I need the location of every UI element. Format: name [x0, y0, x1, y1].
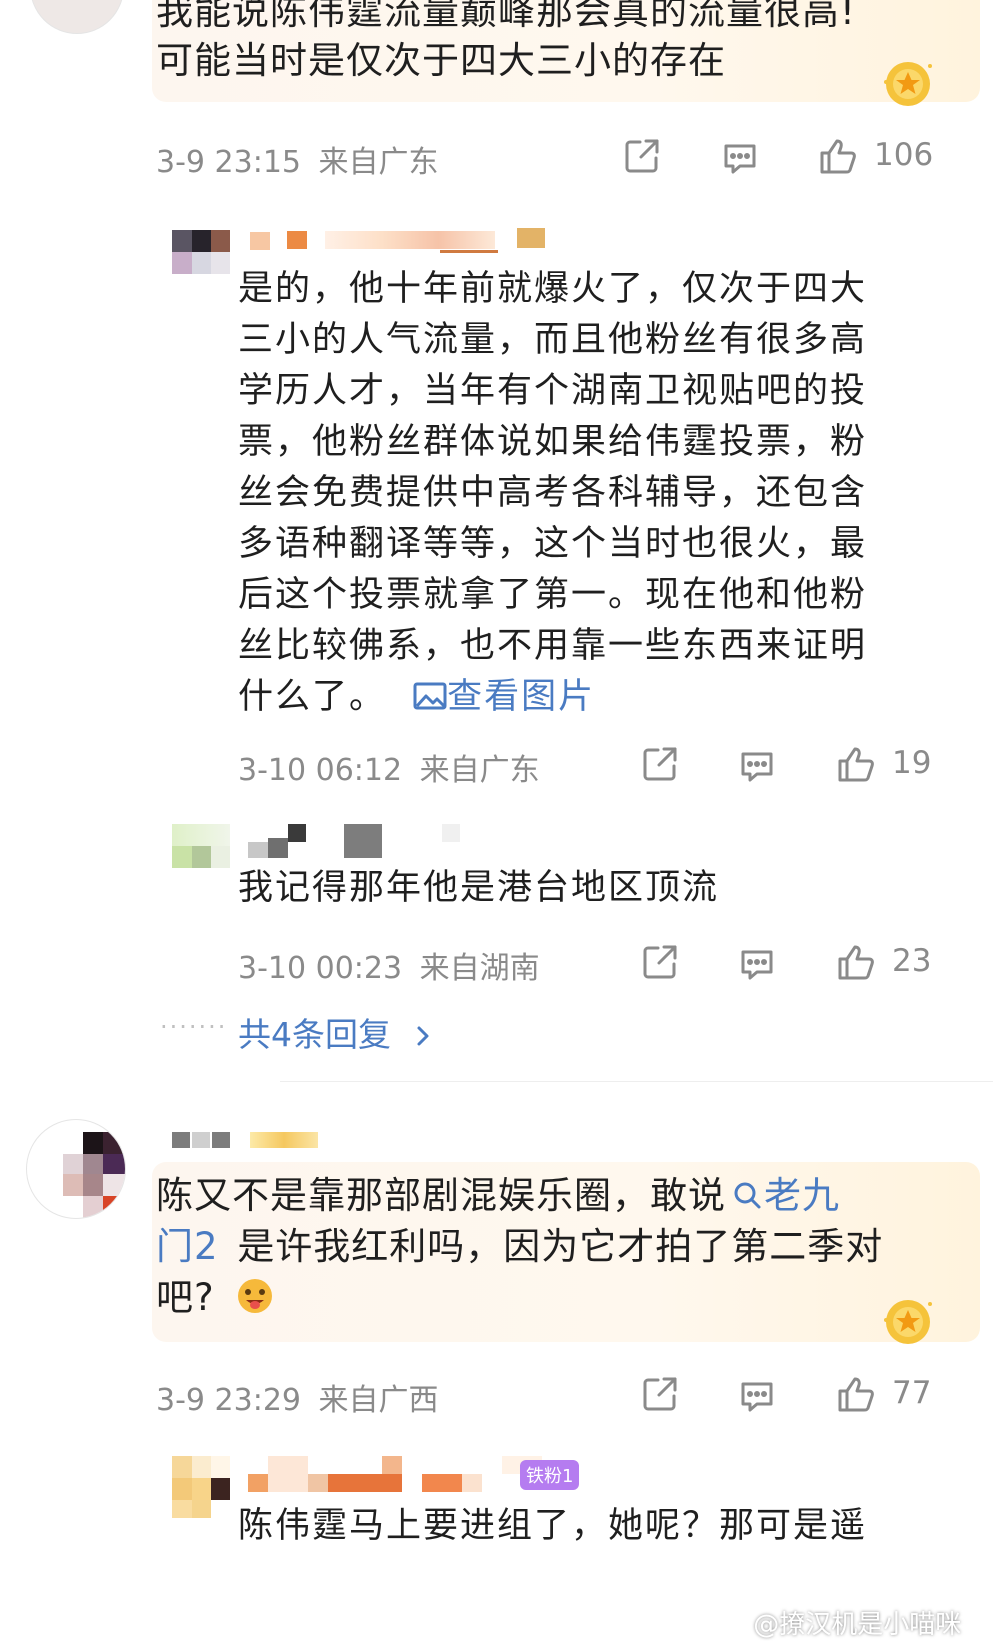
comment-text-line: 我能说陈伟霆流量巅峰那会真的流量很高! — [156, 0, 856, 33]
more-replies-divider: ······· — [160, 1013, 228, 1041]
comment-divider — [280, 1081, 993, 1082]
comment-icon[interactable] — [737, 1376, 777, 1416]
like-count: 77 — [892, 1375, 932, 1411]
comment-icon[interactable] — [720, 138, 760, 178]
gold-badge-icon — [884, 1300, 932, 1344]
gold-badge-icon — [884, 62, 932, 106]
view-image-label: 查看图片 — [447, 677, 596, 717]
comment-text: 是许我红利吗，因为它才拍了第二季对 — [237, 1225, 884, 1268]
like-icon[interactable] — [836, 744, 876, 784]
share-icon[interactable] — [640, 1374, 680, 1414]
more-replies-link[interactable]: 共4条回复 — [238, 1008, 434, 1056]
avatar[interactable] — [172, 230, 230, 274]
comment-text-line: 吧? — [156, 1272, 275, 1323]
avatar[interactable] — [172, 824, 230, 868]
weibo-icon — [715, 1613, 744, 1637]
share-icon[interactable] — [640, 942, 680, 982]
fan-badge: 铁粉1 — [520, 1460, 580, 1490]
share-icon[interactable] — [640, 744, 680, 784]
like-icon[interactable] — [836, 942, 876, 982]
like-count: 106 — [874, 137, 934, 173]
reply-text-tail: 什么了。 — [238, 677, 387, 717]
reply-text-line: 是的，他十年前就爆火了，仅次于四大 — [238, 269, 868, 309]
reply-meta: 3-10 06:12 来自广东 — [238, 745, 540, 789]
comment-time: 3-9 23:29 — [156, 1383, 301, 1418]
reply-time: 3-10 00:23 — [238, 951, 403, 986]
comment-icon[interactable] — [737, 746, 777, 786]
topic-link[interactable]: 老九 — [726, 1174, 840, 1217]
reply-text-line: 什么了。 查看图片 — [238, 671, 595, 723]
comment-text-line: 陈又不是靠那部剧混娱乐圈，敢说 老九 — [156, 1170, 840, 1221]
view-image-link[interactable]: 查看图片 — [413, 677, 595, 717]
reply-location: 来自广东 — [419, 753, 540, 788]
like-icon[interactable] — [818, 136, 858, 176]
reply-text-line: 丝比较佛系，也不用靠一些东西来证明 — [238, 626, 868, 666]
like-icon[interactable] — [836, 1374, 876, 1414]
reply-meta: 3-10 00:23 来自湖南 — [238, 943, 540, 987]
search-icon — [734, 1182, 761, 1209]
reply-text-line: 丝会免费提供中高考各科辅导，还包含 — [238, 473, 868, 513]
comment-location: 来自广西 — [318, 1383, 439, 1418]
reply-text-line: 后这个投票就拿了第一。现在他和他粉 — [238, 575, 868, 615]
avatar[interactable] — [30, 0, 124, 34]
reply-text-line: 我记得那年他是港台地区顶流 — [238, 868, 720, 908]
reply-text-line: 多语种翻译等等，这个当时也很火，最 — [238, 524, 868, 564]
comment-meta: 3-9 23:15 来自广东 — [156, 137, 439, 181]
comment-text-line: 门2 是许我红利吗，因为它才拍了第二季对 — [156, 1221, 883, 1272]
emoji-tongue-icon — [238, 1279, 273, 1313]
comment-text: 陈又不是靠那部剧混娱乐圈，敢说 — [156, 1174, 726, 1217]
comment-meta: 3-9 23:29 来自广西 — [156, 1375, 439, 1419]
comment-icon[interactable] — [737, 944, 777, 984]
like-count: 19 — [892, 745, 932, 781]
comment-location: 来自广东 — [318, 145, 439, 180]
reply-time: 3-10 06:12 — [238, 753, 403, 788]
share-icon[interactable] — [622, 136, 662, 176]
reply-text-line: 票，他粉丝群体说如果给伟霆投票，粉 — [238, 422, 868, 462]
comment-text: 吧? — [156, 1276, 215, 1319]
like-count: 23 — [892, 943, 932, 979]
reply-location: 来自湖南 — [419, 951, 540, 986]
chevron-right-icon — [417, 1026, 428, 1046]
more-replies-label: 共4条回复 — [238, 1015, 391, 1054]
comment-text-line: 可能当时是仅次于四大三小的存在 — [156, 39, 726, 82]
image-icon — [413, 682, 447, 710]
reply-text-line: 三小的人气流量，而且他粉丝有很多高 — [238, 320, 868, 360]
comment-time: 3-9 23:15 — [156, 145, 301, 180]
reply-text-line: 陈伟霆马上要进组了，她呢？那可是遥 — [238, 1506, 868, 1546]
watermark: @撩汉机是小喵咪 — [715, 1604, 961, 1641]
avatar[interactable] — [172, 1456, 230, 1518]
reply-text-line: 学历人才，当年有个湖南卫视贴吧的投 — [238, 371, 868, 411]
avatar[interactable] — [26, 1119, 126, 1219]
topic-link-cont[interactable]: 门2 — [156, 1225, 219, 1268]
topic-label: 老九 — [764, 1174, 840, 1217]
watermark-text: @撩汉机是小喵咪 — [753, 1610, 962, 1640]
